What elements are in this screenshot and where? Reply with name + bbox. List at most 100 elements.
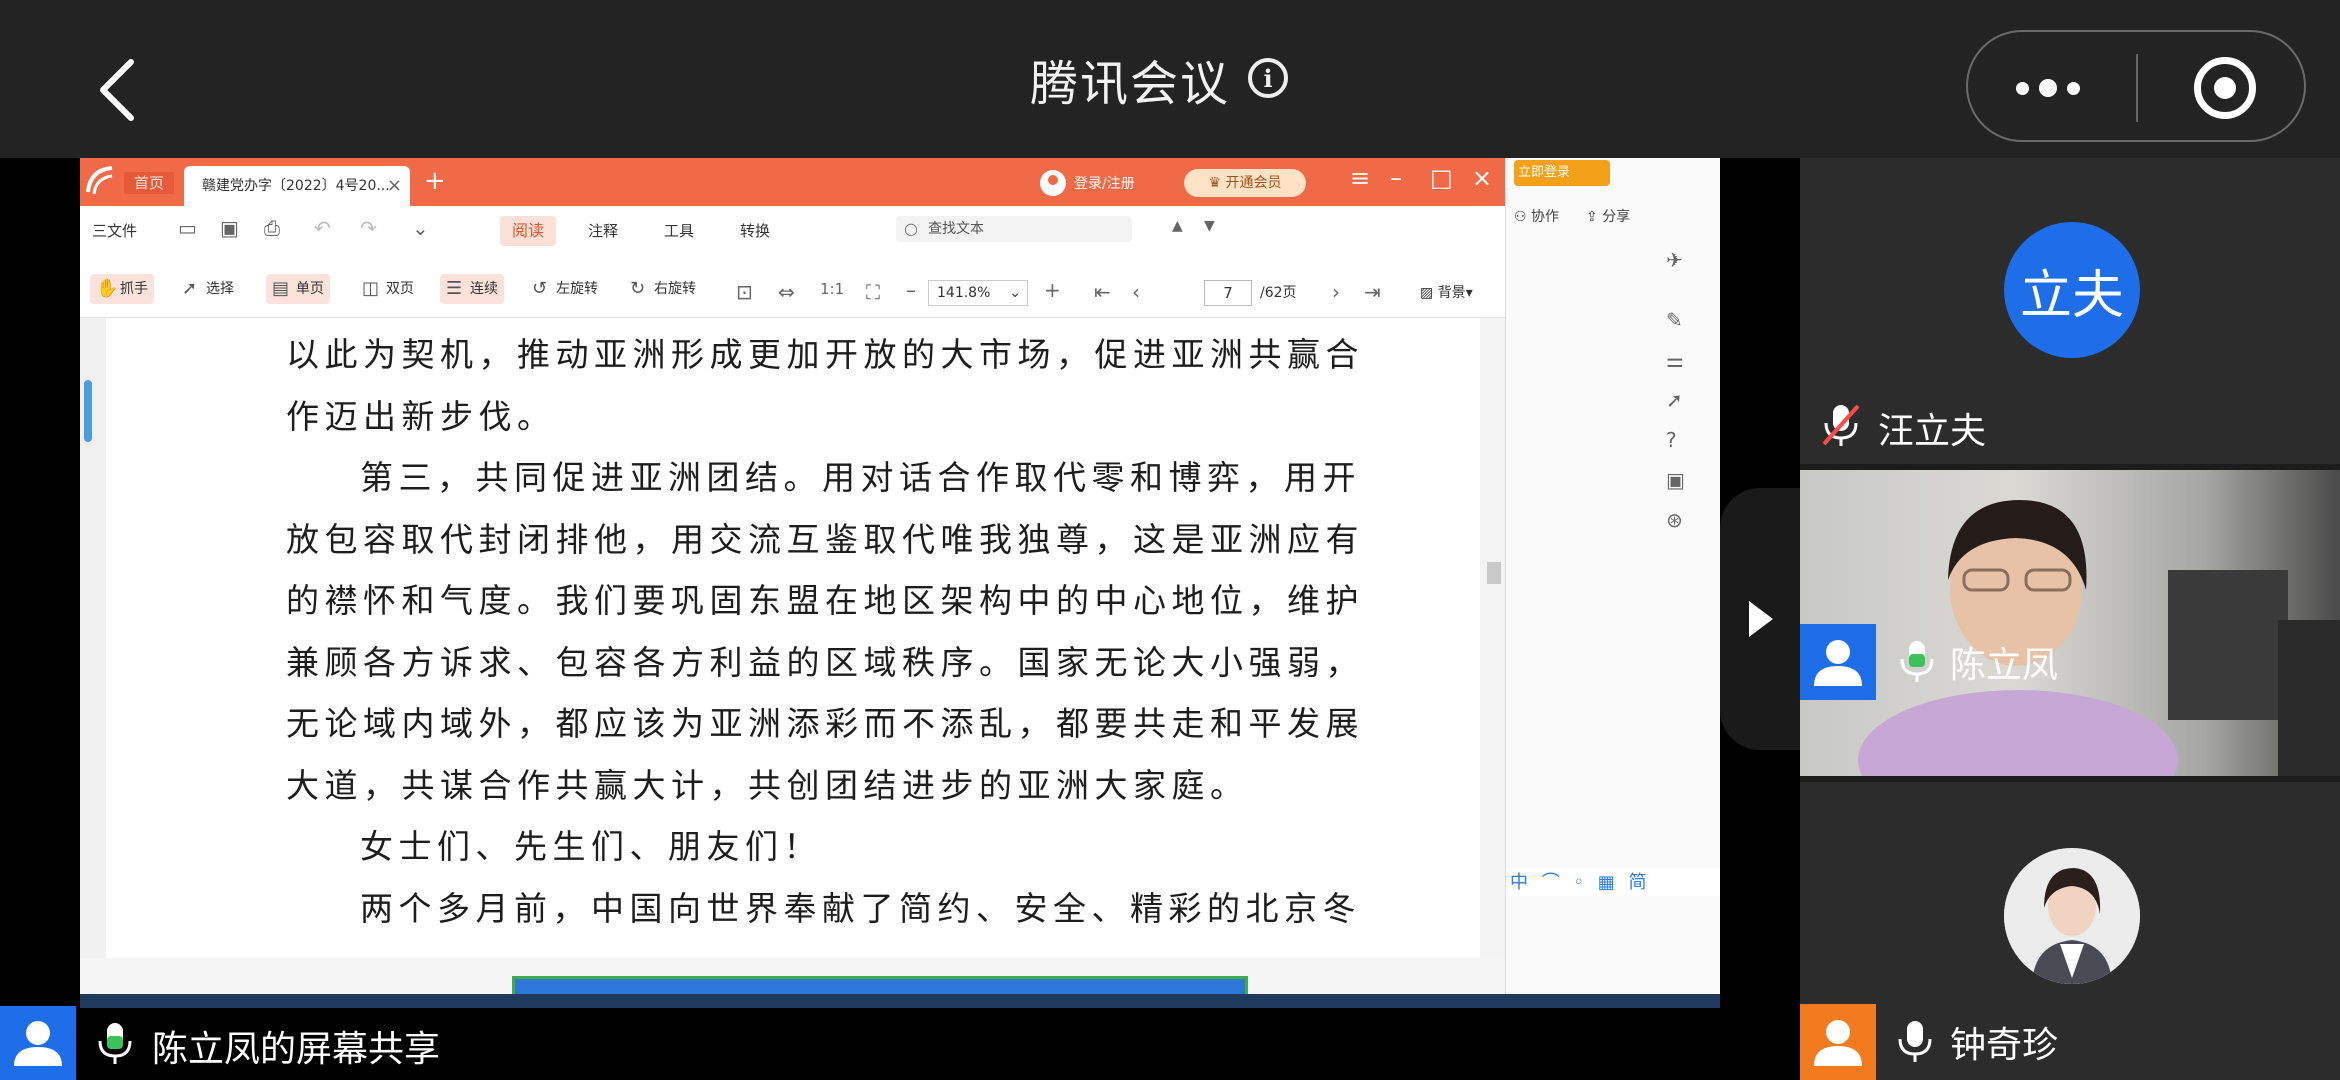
input-method-bar[interactable]: 中 ⌒ ◦ ▦ 简 (1506, 868, 1720, 896)
pen-icon[interactable]: ✎ (1666, 308, 1683, 332)
zoom-out-icon[interactable]: – (906, 278, 916, 302)
participant-video-image (1858, 500, 2340, 830)
fit-page-icon[interactable]: ⊡ (736, 280, 753, 304)
vip-button[interactable]: ♛ 开通会员 (1184, 169, 1306, 197)
file-menu[interactable]: 三文件 (92, 220, 137, 241)
image-icon[interactable]: ▣ (1666, 468, 1685, 492)
login-label: 登录/注册 (1074, 176, 1135, 192)
info-icon[interactable]: i (1248, 58, 1288, 98)
background-button[interactable] (1344, 274, 1380, 304)
search-next-icon[interactable]: ▼ (1204, 218, 1215, 234)
rotate-left-button[interactable]: ↺ 左旋转 (526, 274, 604, 304)
document-page[interactable]: 以此为契机，推动亚洲形成更加开放的大市场，促进亚洲共赢合 作迈出新步伐。 第三，共同… (80, 318, 1480, 958)
mic-active-icon (1900, 641, 1934, 682)
continuous-icon: ☰ (446, 278, 463, 299)
user-icon (1040, 170, 1066, 196)
wps-toolbar: ✋ 抓手 ➚ 选择 ▤ 单页 ◫ 双页 ☰ 连续 ↺ 左旋转 ↻ 右旋转 ⊡ ⇔ 1:1 ⛶ … (80, 256, 1505, 318)
undo-icon[interactable]: ↶ (314, 216, 331, 240)
document-scrollbar[interactable] (1480, 318, 1505, 958)
page-icon: ▤ (272, 278, 290, 299)
double-label: 双页 (386, 281, 414, 297)
next-page-icon[interactable]: › (1332, 280, 1340, 304)
back-button[interactable] (92, 50, 142, 130)
ime-status: 中 ⌒ ◦ ▦ 简 (1510, 872, 1651, 893)
page-total: /62页 (1260, 285, 1297, 301)
fullscreen-icon[interactable]: ⛶ (866, 280, 880, 304)
close-icon[interactable]: × (1472, 164, 1492, 192)
screen-share-label-bar: 陈立凤的屏幕共享 (0, 1006, 1800, 1080)
document-line: 女士们、先生们、朋友们！ (360, 827, 822, 866)
location-icon[interactable]: ⊛ (1666, 508, 1683, 532)
actual-size-icon[interactable]: 1:1 (820, 280, 844, 298)
zoom-in-icon[interactable]: + (1044, 278, 1061, 302)
prev-page-icon[interactable]: ‹ (1132, 280, 1140, 304)
collaborate-button[interactable]: ⚇ 协作 (1514, 206, 1559, 226)
first-page-icon[interactable]: ⇤ (1094, 280, 1111, 304)
background-label[interactable]: ▨ 背景▾ (1420, 282, 1473, 302)
search-input[interactable]: ○ 查找文本 (896, 216, 1132, 242)
record-button[interactable] (2194, 57, 2256, 119)
share-button[interactable]: ⇪ 分享 (1586, 206, 1630, 226)
wps-logo-icon (84, 164, 118, 200)
save-icon[interactable]: ▣ (220, 216, 239, 240)
chevron-down-icon[interactable]: ⌄ (412, 216, 429, 240)
page-number-input[interactable]: 7 (1204, 280, 1252, 306)
document-line: 两个多月前，中国向世界奉献了简约、安全、精彩的北京冬 (360, 888, 1361, 928)
hand-tool-button[interactable]: ✋ 抓手 (90, 274, 154, 304)
participant-name: 钟奇珍 (1950, 1025, 2059, 1066)
sliders-icon[interactable]: ⚌ (1666, 348, 1684, 372)
select-tool-button[interactable]: ➚ 选择 (176, 274, 240, 304)
print-icon[interactable]: ⎙ (264, 216, 280, 240)
document-left-margin (80, 318, 106, 958)
mic-muted-icon (1822, 404, 1860, 446)
single-page-button[interactable]: ▤ 单页 (266, 274, 330, 304)
continuous-button[interactable]: ☰ 连续 (440, 274, 504, 304)
meeting-title: 腾讯会议 (1030, 56, 1231, 112)
minimize-icon[interactable]: – (1390, 164, 1402, 192)
new-tab-button[interactable]: + (424, 166, 446, 196)
rotate-right-button[interactable]: ↻ 右旋转 (624, 274, 702, 304)
folder-icon[interactable]: ▭ (178, 216, 197, 240)
participant-tile[interactable]: 陈立凤 (1800, 470, 2340, 830)
more-button[interactable] (1988, 58, 2108, 118)
divider (2136, 54, 2138, 122)
tab-convert[interactable]: 转换 (740, 220, 770, 241)
close-tab-icon[interactable]: × (387, 166, 402, 206)
more-dot-icon (2067, 81, 2080, 95)
login-link[interactable]: 登录/注册 (1040, 170, 1135, 196)
user-avatar-icon (0, 1006, 76, 1080)
tab-read[interactable]: 阅读 (500, 216, 556, 246)
wps-title-bar: 首页 赣建党办字〔2022〕4号20... × + 登录/注册 ♛ 开通会员 ≡… (80, 158, 1505, 206)
document-tab-label: 赣建党办字〔2022〕4号20... (202, 178, 390, 194)
scrollbar-thumb[interactable] (1487, 562, 1501, 584)
tab-tools[interactable]: 工具 (664, 220, 694, 241)
tab-home[interactable]: 首页 (124, 172, 175, 194)
double-page-icon: ◫ (362, 278, 380, 299)
pointer-icon[interactable]: ➚ (1666, 388, 1683, 412)
tab-document[interactable]: 赣建党办字〔2022〕4号20... × (184, 166, 410, 206)
document-line: 第三，共同促进亚洲团结。用对话合作取代零和博弈，用开 (360, 458, 1361, 497)
wps-menu-bar: 三文件 ▭ ▣ ⎙ ↶ ↷ ⌄ 阅读 注释 工具 转换 ○ 查找文本 ▲ ▼ (80, 206, 1505, 256)
zoom-select[interactable]: 141.8% ⌄ (928, 280, 1028, 306)
maximize-icon[interactable]: □ (1430, 164, 1453, 192)
menu-icon[interactable]: ≡ (1350, 164, 1370, 192)
document-line: 作迈出新步伐。 (286, 396, 556, 436)
participant-tile[interactable]: 立夫 汪立夫 (1800, 158, 2340, 464)
rotate-left-icon: ↺ (532, 278, 548, 299)
crown-icon: ♛ (1208, 175, 1226, 191)
document-line: 兼顾各方诉求、包容各方利益的区域秩序。国家无论大小强弱， (286, 642, 1364, 682)
double-page-button[interactable]: ◫ 双页 (356, 274, 420, 304)
avatar: 立夫 (2004, 222, 2140, 358)
rocket-icon[interactable]: ✈ (1666, 248, 1683, 272)
top-right-capsule (1966, 30, 2306, 142)
redo-icon[interactable]: ↷ (360, 216, 377, 240)
participant-tile[interactable]: 钟奇珍 (1800, 782, 2340, 1080)
help-icon[interactable]: ? (1666, 428, 1677, 452)
tab-annotate[interactable]: 注释 (588, 220, 618, 241)
search-prev-icon[interactable]: ▲ (1172, 218, 1183, 234)
side-panel: 立即登录 ⚇ 协作 ⇪ 分享 ✈ ✎ ⚌ ➚ ? ▣ ⊛ 中 ⌒ ◦ ▦ 简 (1505, 158, 1720, 1008)
instant-login-button[interactable]: 立即登录 (1514, 160, 1610, 186)
fit-width-icon[interactable]: ⇔ (778, 280, 795, 304)
expand-panel-button[interactable] (1720, 488, 1800, 750)
single-label: 单页 (296, 281, 324, 297)
